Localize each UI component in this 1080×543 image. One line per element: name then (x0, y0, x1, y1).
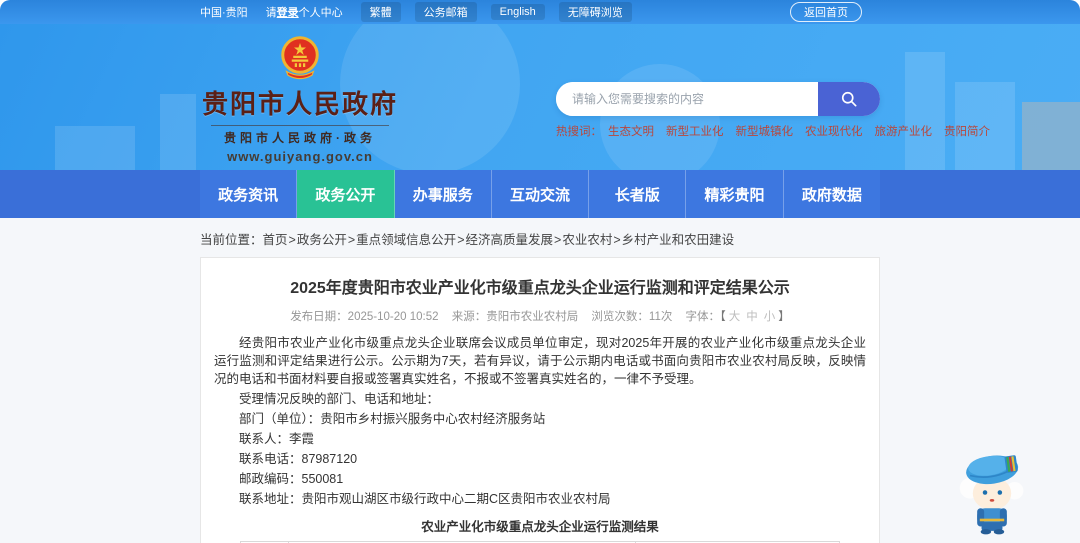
site-title: 贵阳市人民政府 (201, 89, 398, 119)
accessibility-link[interactable]: 无障碍浏览 (558, 2, 632, 22)
font-bracket: 【 (720, 311, 726, 323)
site-url: www.guiyang.gov.cn (227, 149, 373, 164)
breadcrumb-separator: > (613, 233, 621, 247)
skyline-building (1022, 102, 1080, 170)
hot-search-item[interactable]: 旅游产业化 (875, 126, 933, 138)
nav-item-highlights[interactable]: 精彩贵阳 (686, 170, 784, 218)
search-icon (841, 91, 857, 107)
hot-search-row: 热搜词： 生态文明 新型工业化 新型城镇化 农业现代化 旅游产业化 贵阳简介 (556, 123, 990, 139)
breadcrumb-item[interactable]: 重点领域信息公开 (356, 233, 456, 247)
nav-item-services[interactable]: 办事服务 (394, 170, 492, 218)
article-paragraph: 部门（单位）：贵阳市乡村振兴服务中心农村经济服务站 (239, 412, 546, 426)
breadcrumb-home[interactable]: 首页 (263, 233, 288, 247)
site-subtitle: 贵阳市人民政府·政务 (224, 131, 376, 145)
nav-item-gov-affairs[interactable]: 政务公开 (297, 170, 395, 218)
font-bracket: 】 (778, 311, 790, 323)
article-meta: 发布日期：2025-10-20 10:52 来源：贵阳市农业农村局 浏览次数：1… (214, 308, 866, 324)
nav-item-interaction[interactable]: 互动交流 (491, 170, 590, 218)
article-paragraph: 联系人：李霞 (239, 432, 315, 446)
article-paragraph: 受理情况反映的部门、电话和地址： (239, 392, 440, 406)
font-size-large[interactable]: 大 (729, 311, 741, 323)
national-emblem-icon (281, 36, 319, 80)
article-source: 来源：贵阳市农业农村局 (451, 311, 579, 323)
login-suffix: 个人中心 (298, 7, 343, 19)
hot-search-label: 热搜词： (556, 126, 602, 138)
article-body: 经贵阳市农业产业化市级重点龙头企业联席会议成员单位审定，现对2025年开展的农业… (214, 334, 866, 508)
title-divider (211, 125, 389, 126)
nav-item-gov-data[interactable]: 政府数据 (783, 170, 880, 218)
article-paragraph: 联系电话：87987120 (239, 452, 358, 466)
hot-search-item[interactable]: 新型工业化 (666, 126, 724, 138)
article-card: 2025年度贵阳市农业产业化市级重点龙头企业运行监测和评定结果公示 发布日期：2… (200, 257, 880, 543)
article-title: 2025年度贵阳市农业产业化市级重点龙头企业运行监测和评定结果公示 (290, 280, 790, 297)
article-paragraph: 经贵阳市农业产业化市级重点龙头企业联席会议成员单位审定，现对2025年开展的农业… (214, 336, 866, 386)
search-input[interactable] (556, 82, 818, 116)
skyline-building (160, 94, 196, 170)
back-home-button[interactable]: 返回首页 (790, 2, 862, 22)
font-size-small[interactable]: 小 (764, 311, 776, 323)
table-caption: 农业产业化市级重点龙头企业运行监测结果 (421, 520, 659, 534)
nav-item-news[interactable]: 政务资讯 (200, 170, 298, 218)
breadcrumb-item[interactable]: 农业农村 (562, 233, 612, 247)
login-prefix: 请 (265, 7, 277, 19)
breadcrumb: 当前位置：首页>政务公开>重点领域信息公开>经济高质量发展>农业农村>乡村产业和… (200, 218, 880, 257)
breadcrumb-item[interactable]: 乡村产业和农田建设 (622, 233, 735, 247)
breadcrumb-separator: > (288, 233, 296, 247)
breadcrumb-item[interactable]: 经济高质量发展 (466, 233, 554, 247)
top-utility-bar: 中国·贵阳 请登录个人中心 繁體 公务邮箱 English 无障碍浏览 返回首页 (0, 0, 1080, 24)
search-button[interactable] (818, 82, 880, 116)
breadcrumb-item[interactable]: 政务公开 (297, 233, 347, 247)
login-emph: 登录 (276, 7, 299, 19)
hot-search-item[interactable]: 生态文明 (608, 126, 654, 138)
font-size-label: 字体： (685, 311, 721, 323)
site-banner: 贵阳市人民政府 贵阳市人民政府·政务 www.guiyang.gov.cn 热搜… (0, 24, 1080, 170)
article-paragraph: 邮政编码：550081 (239, 472, 344, 486)
site-logo[interactable]: 贵阳市人民政府 贵阳市人民政府·政务 www.guiyang.gov.cn (200, 34, 400, 164)
font-size-medium[interactable]: 中 (746, 311, 758, 323)
hot-search-item[interactable]: 新型城镇化 (736, 126, 794, 138)
mascot-assistant[interactable] (946, 441, 1038, 537)
view-count: 浏览次数：11次 (591, 311, 673, 323)
region-link[interactable]: 中国·贵阳 (200, 4, 248, 20)
search-bar (556, 82, 880, 116)
breadcrumb-separator: > (457, 233, 465, 247)
hot-search-item[interactable]: 农业现代化 (805, 126, 863, 138)
article-paragraph: 联系地址：贵阳市观山湖区市级行政中心二期C区贵阳市农业农村局 (239, 492, 611, 506)
skyline-building (905, 52, 945, 170)
publish-date: 发布日期：2025-10-20 10:52 (290, 311, 439, 323)
breadcrumb-separator: > (347, 233, 356, 247)
browser-page: 中国·贵阳 请登录个人中心 繁體 公务邮箱 English 无障碍浏览 返回首页 (0, 0, 1080, 543)
traditional-chinese-link[interactable]: 繁體 (360, 2, 401, 22)
hot-search-item[interactable]: 贵阳简介 (944, 126, 990, 138)
breadcrumb-label: 当前位置： (200, 233, 263, 247)
main-nav: 政务资讯 政务公开 办事服务 互动交流 长者版 精彩贵阳 政府数据 (0, 170, 1080, 218)
nav-item-senior-version[interactable]: 长者版 (589, 170, 687, 218)
official-mail-link[interactable]: 公务邮箱 (414, 2, 477, 22)
skyline-building (55, 126, 135, 170)
login-link[interactable]: 请登录个人中心 (266, 4, 343, 20)
breadcrumb-separator: > (554, 233, 562, 247)
english-link[interactable]: English (490, 4, 545, 20)
